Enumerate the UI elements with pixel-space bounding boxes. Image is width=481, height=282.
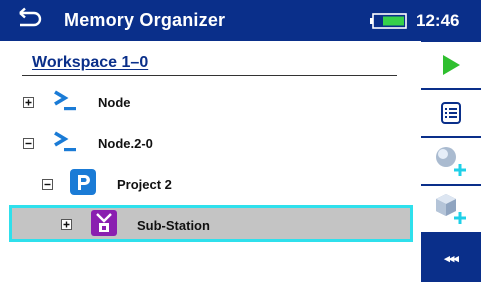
back-icon[interactable]	[16, 7, 42, 31]
expand-button[interactable]	[23, 97, 34, 108]
play-icon	[443, 55, 460, 75]
battery-icon	[370, 13, 407, 29]
collapse-button[interactable]	[42, 179, 53, 190]
node-icon	[54, 131, 76, 152]
project-icon	[70, 169, 96, 195]
more-options-button[interactable]: ◂◂◂	[421, 234, 481, 282]
clock: 12:46	[416, 11, 460, 30]
divider	[22, 75, 397, 76]
expand-button[interactable]	[61, 219, 72, 230]
title-bar: Memory Organizer 12:46	[0, 0, 481, 41]
collapse-button[interactable]	[23, 138, 34, 149]
add-object-icon	[436, 194, 466, 224]
tree-item-label[interactable]: Node	[98, 95, 131, 110]
run-button[interactable]	[421, 42, 481, 88]
action-sidebar: ◂◂◂	[421, 41, 481, 282]
tree-item-label[interactable]: Node.2-0	[98, 136, 153, 151]
tree-item-label[interactable]: Sub-Station	[137, 218, 210, 233]
tree-item-label[interactable]: Project 2	[117, 177, 172, 192]
workspace-title: Workspace 1–0	[32, 54, 149, 71]
more-icon: ◂◂◂	[444, 252, 459, 265]
add-structure-button[interactable]	[421, 138, 481, 184]
view-list-button[interactable]	[421, 90, 481, 136]
list-icon	[441, 102, 461, 124]
substation-icon	[91, 210, 117, 236]
page-title: Memory Organizer	[64, 10, 226, 30]
add-structure-icon	[436, 147, 466, 176]
node-icon	[54, 90, 76, 111]
add-object-button[interactable]	[421, 186, 481, 232]
